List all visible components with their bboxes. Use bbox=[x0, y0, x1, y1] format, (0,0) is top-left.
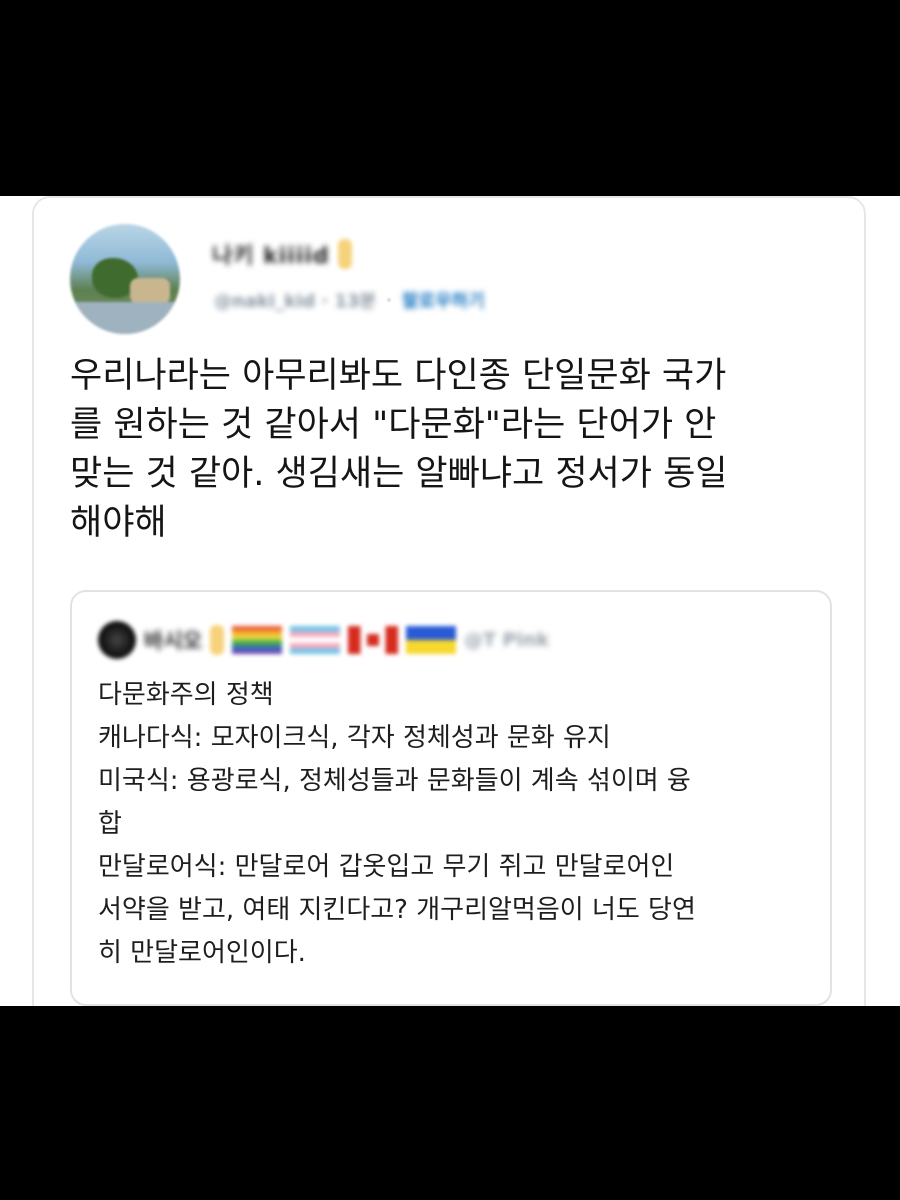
ukraine-flag-icon bbox=[405, 626, 456, 654]
screenshot-area: 나키 kiiiid @naki_kid · 13분 · 팔로우하기 우리나라는 … bbox=[0, 196, 900, 1006]
quoted-text-line: 서약을 받고, 여태 지킨다고? 개구리알먹음이 너도 당연 bbox=[98, 895, 696, 925]
canada-flag-icon bbox=[347, 626, 398, 654]
quoted-handle: @T Pink bbox=[463, 629, 550, 651]
quoted-text-line: 캐나다식: 모자이크식, 각자 정체성과 문화 유지 bbox=[98, 723, 611, 753]
avatar-shape bbox=[70, 302, 180, 334]
trans-flag-icon bbox=[289, 626, 340, 654]
tweet-text-line: 를 원하는 것 같아서 "다문화"라는 단어가 안 bbox=[70, 405, 717, 445]
quoted-display-name: 바시오 bbox=[144, 629, 202, 653]
quoted-tweet-card[interactable]: 바시오 @T Pink 다문화주의 정책 캐나다식: 모자이크식, 각자 정체성… bbox=[70, 590, 832, 1006]
avatar-shape bbox=[130, 278, 170, 304]
meta-separator: · bbox=[386, 289, 392, 311]
author-name-row: 나키 kiiiid bbox=[212, 236, 352, 272]
badge-icon bbox=[337, 239, 352, 269]
tweet-text-line: 우리나라는 아무리봐도 다인종 단일문화 국가 bbox=[70, 356, 727, 396]
quoted-tweet-header: 바시오 @T Pink bbox=[98, 620, 549, 660]
tweet-text-line: 맞는 것 같아. 생김새는 알빠냐고 정서가 동일 bbox=[70, 454, 728, 494]
quoted-text-line: 히 만달로어인이다. bbox=[98, 938, 306, 968]
quoted-avatar bbox=[98, 621, 136, 659]
rainbow-flag-icon bbox=[231, 626, 282, 654]
follow-link[interactable]: 팔로우하기 bbox=[402, 287, 485, 313]
tweet-text: 우리나라는 아무리봐도 다인종 단일문화 국가 를 원하는 것 같아서 "다문화… bbox=[70, 352, 840, 548]
author-handle[interactable]: @naki_kid · 13분 bbox=[214, 287, 376, 313]
author-meta-row: @naki_kid · 13분 · 팔로우하기 bbox=[214, 286, 485, 314]
quoted-text-line: 합 bbox=[98, 809, 122, 839]
tweet-text-line: 해야해 bbox=[70, 503, 167, 543]
quoted-text-line: 미국식: 용광로식, 정체성들과 문화들이 계속 섞이며 융 bbox=[98, 766, 691, 796]
tweet-card[interactable]: 나키 kiiiid @naki_kid · 13분 · 팔로우하기 우리나라는 … bbox=[32, 196, 866, 1006]
badge-icon bbox=[209, 625, 224, 655]
quoted-text-line: 다문화주의 정책 bbox=[98, 680, 274, 710]
quoted-text-line: 만달로어식: 만달로어 갑옷입고 무기 쥐고 만달로어인 bbox=[98, 852, 675, 882]
author-display-name[interactable]: 나키 kiiiid bbox=[212, 238, 330, 270]
quoted-tweet-text: 다문화주의 정책 캐나다식: 모자이크식, 각자 정체성과 문화 유지 미국식:… bbox=[98, 674, 818, 975]
avatar[interactable] bbox=[70, 224, 180, 334]
